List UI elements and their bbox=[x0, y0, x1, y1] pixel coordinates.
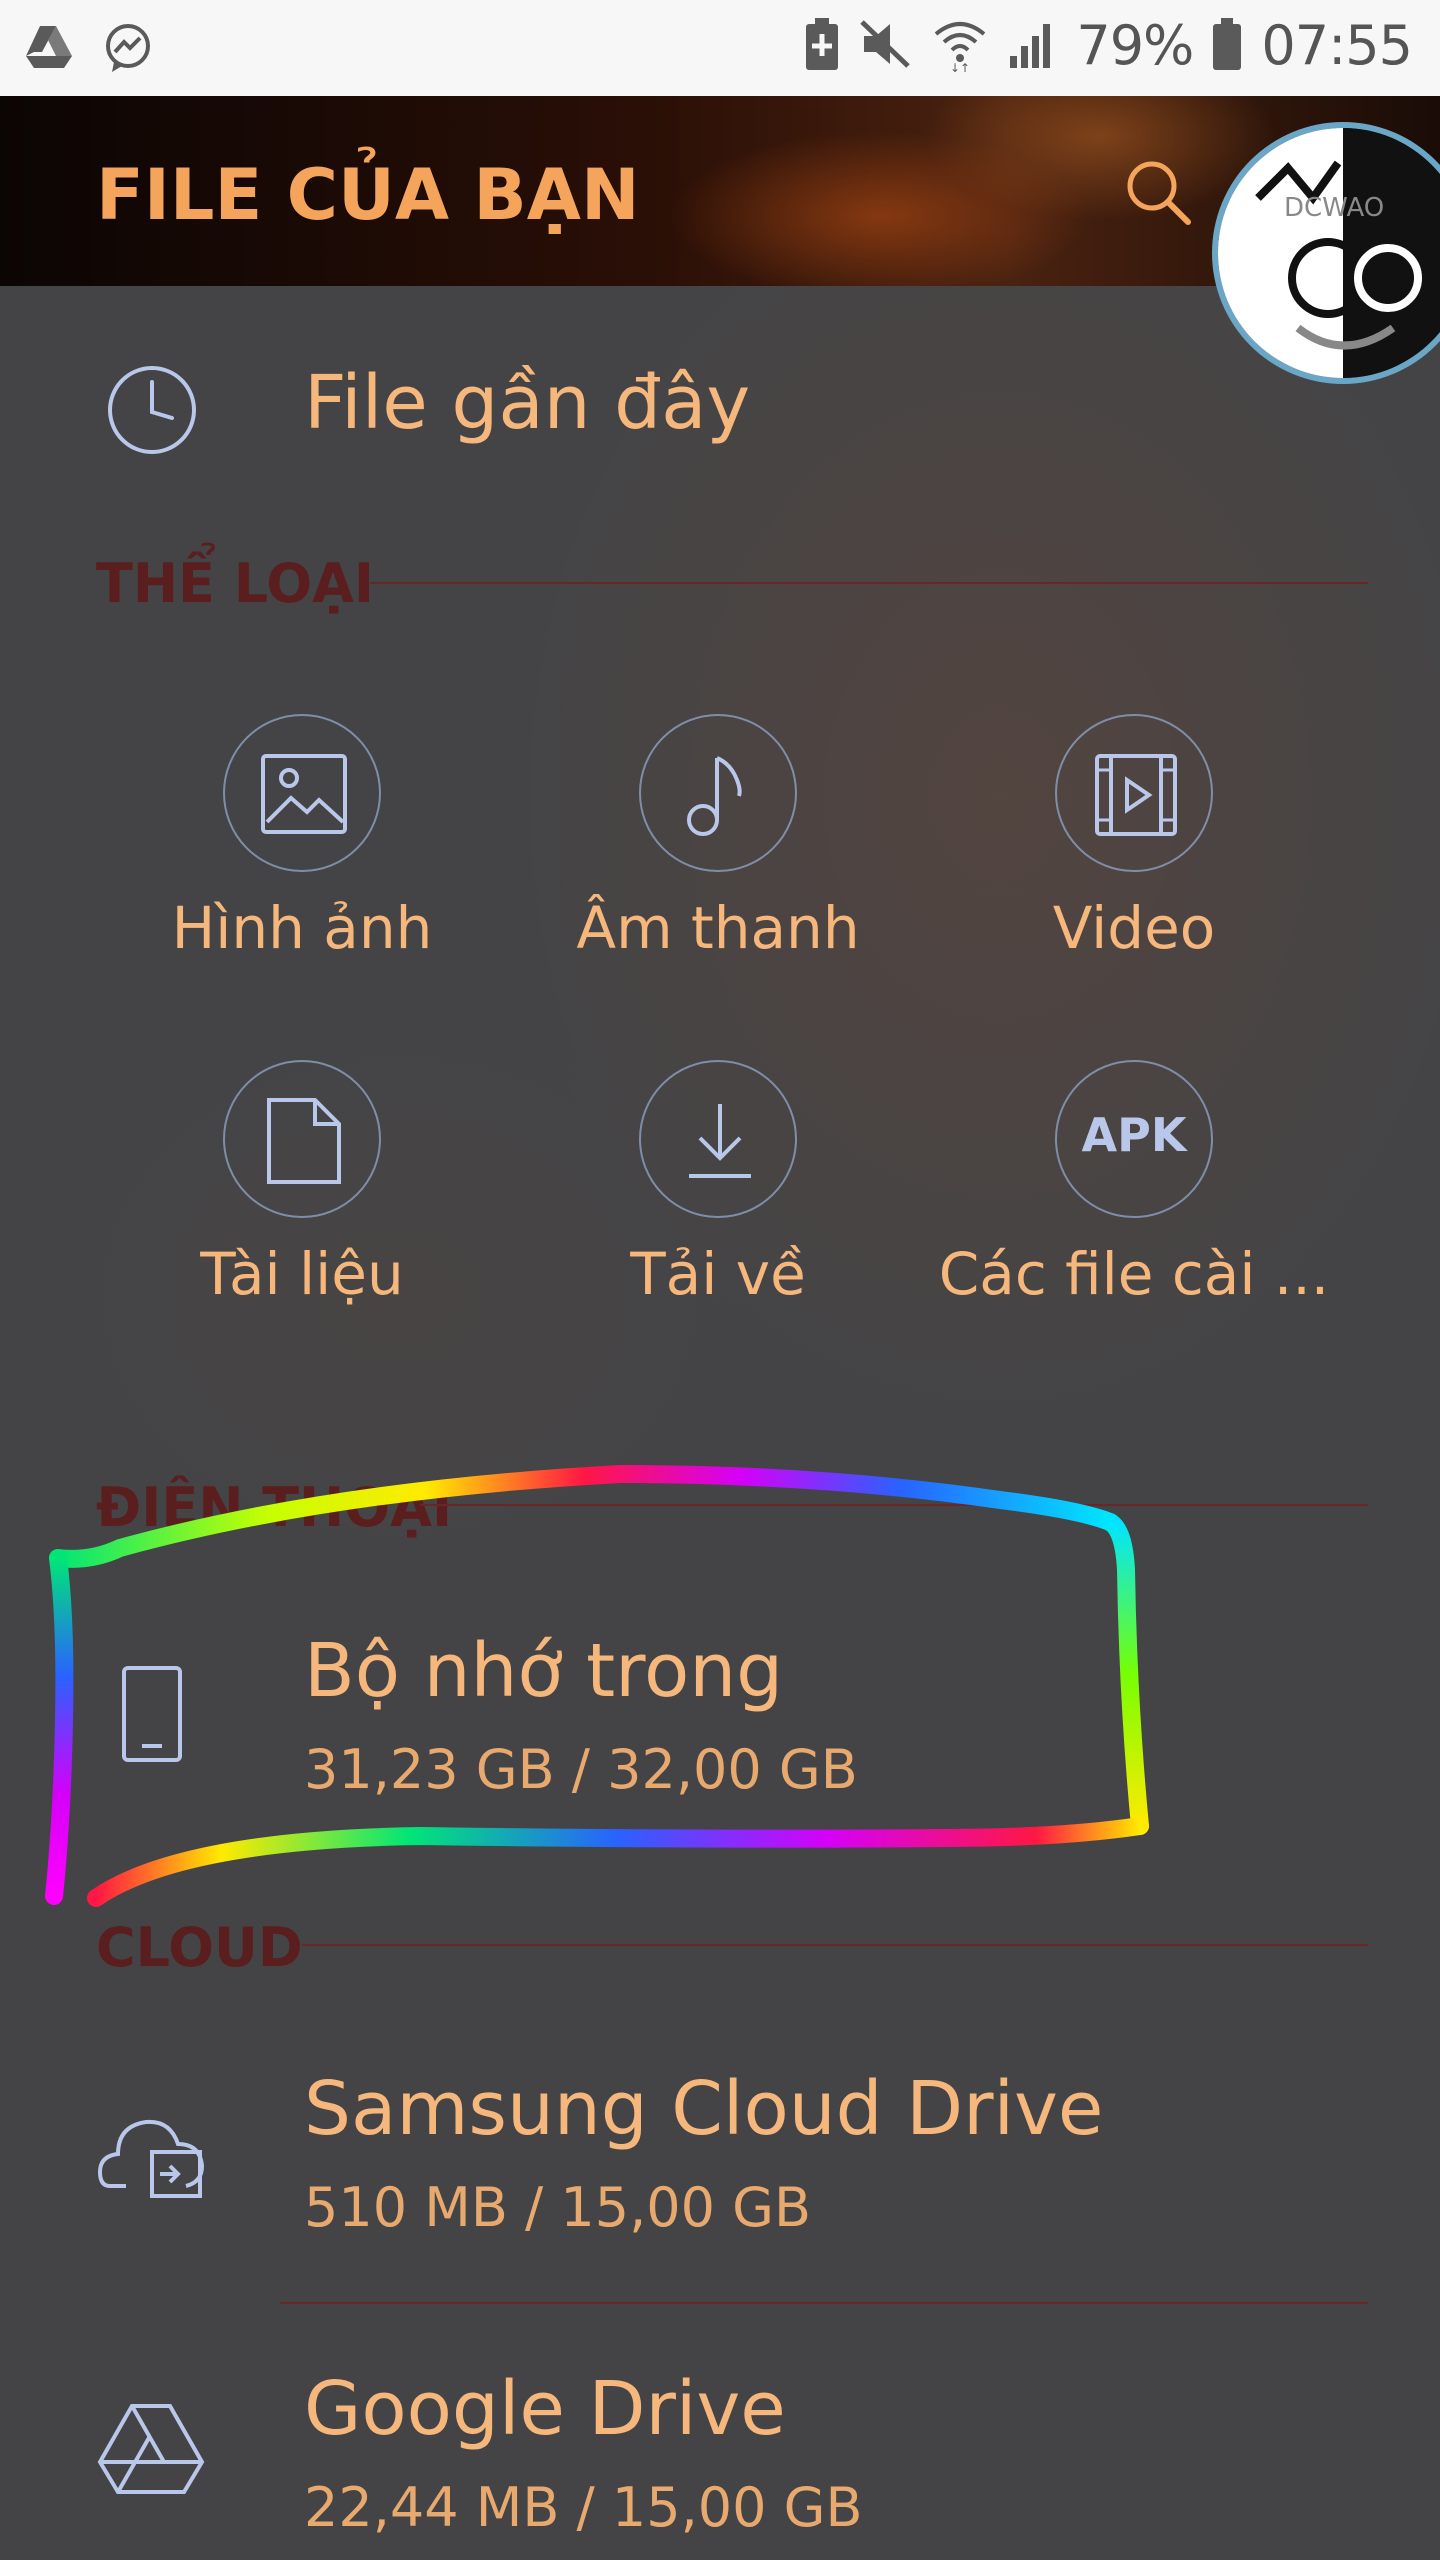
section-heading-categories: THỂ LOẠI bbox=[96, 552, 374, 615]
category-icon-circle: APK bbox=[1055, 1060, 1213, 1218]
svg-text:↓↑: ↓↑ bbox=[950, 61, 970, 72]
category-label: Tài liệu bbox=[200, 1240, 404, 1308]
apk-icon: APK bbox=[1081, 1108, 1187, 1162]
google-drive-usage: 22,44 MB / 15,00 GB bbox=[304, 2476, 863, 2539]
section-heading-phone: ĐIỆN THOẠI bbox=[96, 1476, 453, 1539]
category-audio[interactable]: Âm thanh bbox=[518, 714, 918, 962]
image-icon bbox=[261, 754, 347, 834]
battery-icon bbox=[1211, 16, 1243, 76]
category-label: Hình ảnh bbox=[171, 894, 433, 962]
category-label: Video bbox=[1052, 894, 1216, 962]
video-icon bbox=[1095, 754, 1177, 836]
status-bar: ↓↑ 79% 07:55 bbox=[0, 0, 1440, 96]
samsung-cloud-usage: 510 MB / 15,00 GB bbox=[304, 2176, 812, 2239]
category-icon-circle bbox=[1055, 714, 1213, 872]
music-note-icon bbox=[687, 756, 742, 836]
clock: 07:55 bbox=[1261, 14, 1413, 77]
category-icon-circle bbox=[223, 1060, 381, 1218]
category-label: Tải về bbox=[630, 1240, 806, 1308]
phone-icon bbox=[122, 1666, 182, 1762]
section-divider bbox=[302, 1944, 1368, 1946]
internal-storage-title: Bộ nhớ trong bbox=[304, 1628, 784, 1714]
category-downloads[interactable]: Tải về bbox=[518, 1060, 918, 1308]
mute-icon bbox=[858, 16, 914, 76]
samsung-cloud-title: Samsung Cloud Drive bbox=[304, 2066, 1104, 2152]
signal-icon bbox=[1006, 18, 1058, 74]
battery-saver-icon bbox=[804, 16, 840, 76]
cloud-icon bbox=[97, 2119, 205, 2198]
google-drive-icon bbox=[97, 2404, 205, 2494]
section-divider bbox=[370, 582, 1368, 584]
google-drive-title: Google Drive bbox=[304, 2366, 786, 2452]
section-heading-cloud: CLOUD bbox=[96, 1916, 303, 1979]
svg-text:DCWAO: DCWAO bbox=[1284, 193, 1384, 223]
battery-percent: 79% bbox=[1076, 14, 1194, 77]
category-icon-circle bbox=[223, 714, 381, 872]
messenger-icon bbox=[102, 22, 154, 78]
clock-icon bbox=[108, 366, 196, 454]
search-button[interactable] bbox=[1118, 152, 1198, 232]
download-icon bbox=[689, 1104, 751, 1178]
category-icon-circle bbox=[639, 714, 797, 872]
row-divider bbox=[280, 2302, 1368, 2304]
search-icon bbox=[1127, 161, 1191, 225]
category-documents[interactable]: Tài liệu bbox=[102, 1060, 502, 1308]
category-video[interactable]: Video bbox=[934, 714, 1334, 962]
category-images[interactable]: Hình ảnh bbox=[102, 714, 502, 962]
category-label: Âm thanh bbox=[576, 894, 860, 962]
document-icon bbox=[267, 1098, 341, 1184]
wifi-icon: ↓↑ bbox=[932, 16, 988, 76]
section-divider bbox=[420, 1504, 1368, 1506]
category-icon-circle bbox=[639, 1060, 797, 1218]
recent-files-label: File gần đây bbox=[304, 360, 751, 446]
page-title: FILE CỦA BẠN bbox=[96, 154, 640, 236]
category-apk[interactable]: APK Các file cài ... bbox=[934, 1060, 1334, 1308]
google-drive-icon bbox=[22, 22, 74, 78]
internal-storage-usage: 31,23 GB / 32,00 GB bbox=[304, 1738, 858, 1801]
category-label: Các file cài ... bbox=[938, 1240, 1330, 1308]
